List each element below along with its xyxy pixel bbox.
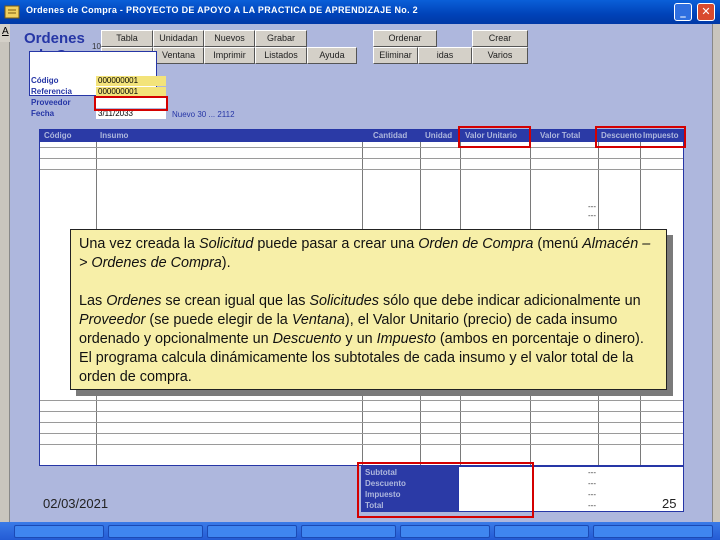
- highlight-proveedor: [94, 96, 168, 111]
- referencia-label: Referencia: [31, 87, 72, 96]
- crear-button[interactable]: Crear: [472, 30, 528, 47]
- imprimir-button[interactable]: Imprimir: [204, 47, 255, 64]
- grid-row-line: [40, 411, 683, 412]
- grid-row-line: [40, 147, 683, 148]
- app-screen: Ordenes de Compra - PROYECTO DE APOYO A …: [0, 0, 720, 540]
- grid-row-line: [40, 444, 683, 445]
- grid-row-line: [40, 169, 683, 170]
- col-header-unidad: Unidad: [425, 131, 453, 140]
- close-button[interactable]: ✕: [697, 3, 715, 21]
- taskbar: [0, 522, 720, 540]
- menu-item-a[interactable]: A: [2, 26, 9, 37]
- listados-button[interactable]: Listados: [255, 47, 307, 64]
- nuevos-button[interactable]: Nuevos: [204, 30, 255, 47]
- grid-dots: ---: [588, 202, 596, 211]
- unidades-button[interactable]: Unidadan: [153, 30, 204, 47]
- highlight-descuento-impuesto: [595, 126, 686, 148]
- fecha-label: Fecha: [31, 109, 55, 118]
- col-header-codigo: Código: [44, 131, 72, 140]
- salidas-button[interactable]: idas: [418, 47, 472, 64]
- eliminar-button[interactable]: Eliminar: [373, 47, 418, 64]
- grid-row-line: [40, 400, 683, 401]
- taskbar-item[interactable]: [494, 525, 589, 538]
- right-frame: [712, 24, 720, 522]
- descuento-total-value: ---: [588, 479, 596, 488]
- grabar-button[interactable]: Grabar: [255, 30, 307, 47]
- window-titlebar[interactable]: Ordenes de Compra - PROYECTO DE APOYO A …: [0, 0, 720, 24]
- slide-number: 25: [662, 496, 677, 511]
- grid-row-line: [40, 422, 683, 423]
- ordenar-button[interactable]: Ordenar: [373, 30, 437, 47]
- col-header-valor-total: Valor Total: [540, 131, 581, 140]
- highlight-totals: [357, 462, 534, 518]
- col-header-cantidad: Cantidad: [373, 131, 408, 140]
- codigo-label: Código: [31, 76, 59, 85]
- left-frame: [0, 42, 10, 522]
- total-value: ---: [588, 501, 596, 510]
- window-title: Ordenes de Compra - PROYECTO DE APOYO A …: [26, 5, 418, 15]
- grid-row-line: [40, 158, 683, 159]
- taskbar-item[interactable]: [108, 525, 203, 538]
- impuesto-total-value: ---: [588, 490, 596, 499]
- fecha-long-text: Nuevo 30 ... 2112: [172, 110, 235, 119]
- instruction-callout: Una vez creada la Solicitud puede pasar …: [70, 229, 667, 390]
- taskbar-item[interactable]: [593, 525, 713, 538]
- ventana-button[interactable]: Ventana: [153, 47, 204, 64]
- callout-paragraph-1: Una vez creada la Solicitud puede pasar …: [79, 236, 651, 271]
- grid-dots: ---: [588, 211, 596, 220]
- ayuda-button[interactable]: Ayuda: [307, 47, 357, 64]
- slide-date: 02/03/2021: [43, 496, 109, 511]
- taskbar-item[interactable]: [400, 525, 490, 538]
- col-header-insumo: Insumo: [100, 131, 129, 140]
- codigo-field[interactable]: 000000001: [96, 76, 166, 86]
- taskbar-item[interactable]: [14, 525, 104, 538]
- varios-button[interactable]: Varios: [472, 47, 528, 64]
- tabla-button[interactable]: Tabla: [101, 30, 153, 47]
- grid-header: Código Insumo Cantidad Unidad Valor Unit…: [40, 130, 683, 142]
- callout-paragraph-2: Las Ordenes se crean igual que las Solic…: [79, 293, 644, 385]
- record-number: 10: [92, 42, 101, 51]
- taskbar-item[interactable]: [301, 525, 396, 538]
- subtotal-value: ---: [588, 468, 596, 477]
- grid-row-line: [40, 433, 683, 434]
- proveedor-label: Proveedor: [31, 98, 71, 107]
- highlight-valor-unitario: [458, 126, 531, 148]
- app-icon: [4, 5, 20, 19]
- minimize-button[interactable]: _: [674, 3, 692, 21]
- taskbar-item[interactable]: [207, 525, 297, 538]
